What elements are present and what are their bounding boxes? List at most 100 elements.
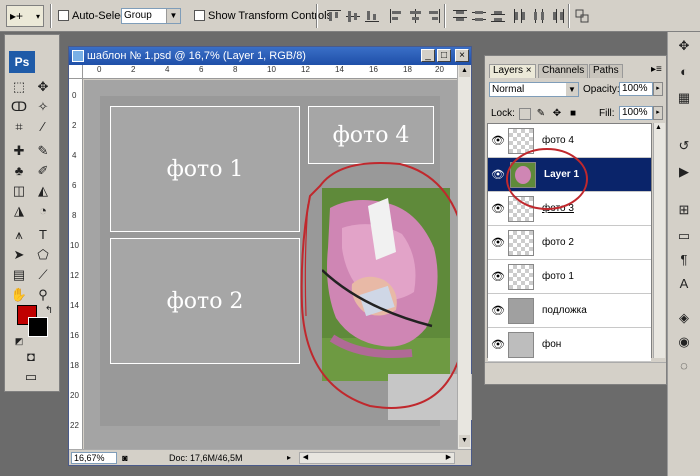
auto-select-checkbox[interactable] [58, 10, 69, 21]
eye-icon[interactable]: 👁 [491, 338, 505, 352]
info-icon[interactable]: ◐ [674, 62, 694, 82]
navigator-icon[interactable]: ✥ [674, 36, 694, 56]
eye-icon[interactable]: 👁 [491, 202, 505, 216]
layer-row[interactable]: 👁 фото 1 [488, 260, 651, 294]
hand-tool-icon[interactable]: ✋ [9, 285, 29, 305]
distribute-top-icon[interactable] [452, 8, 468, 24]
screen-mode-icon[interactable]: ▭ [21, 367, 41, 387]
status-info-icon[interactable]: ◙ [119, 452, 131, 464]
vertical-ruler[interactable]: 0 2 4 6 8 10 12 14 16 18 20 22 [69, 79, 83, 449]
paint-bucket-icon[interactable]: ◭ [33, 181, 53, 201]
dodge-tool-icon[interactable]: ◔ [33, 201, 53, 221]
blur-tool-icon[interactable]: ◮ [9, 201, 29, 221]
close-button[interactable]: × [455, 49, 469, 62]
align-hcenter-icon[interactable] [407, 8, 423, 24]
distribute-left-icon[interactable] [512, 8, 528, 24]
align-vcenter-icon[interactable] [345, 8, 361, 24]
scroll-right-icon[interactable]: ▶ [443, 453, 454, 463]
paths-dock-icon[interactable]: ◌ [674, 356, 694, 376]
align-top-icon[interactable] [326, 8, 342, 24]
chevron-down-icon: ▾ [35, 11, 40, 21]
layer-row[interactable]: 👁 подложка [488, 294, 651, 328]
zoom-field[interactable]: 16,67% [71, 452, 117, 464]
layers-dock-icon[interactable]: ◈ [674, 308, 694, 328]
ruler-origin[interactable] [69, 65, 83, 79]
eye-icon[interactable]: 👁 [491, 304, 505, 318]
align-left-icon[interactable] [388, 8, 404, 24]
layer-row[interactable]: 👁 фото 2 [488, 226, 651, 260]
opacity-input[interactable]: 100% [619, 82, 653, 96]
scroll-down-icon[interactable]: ▼ [459, 435, 470, 447]
align-right-icon[interactable] [426, 8, 442, 24]
fill-input[interactable]: 100% [619, 106, 653, 120]
auto-select-dropdown[interactable]: Group ▼ [121, 8, 181, 24]
eraser-tool-icon[interactable]: ◫ [9, 181, 29, 201]
show-transform-checkbox[interactable] [194, 10, 205, 21]
document-canvas[interactable]: фото 1 фото 2 фото 4 [100, 96, 472, 426]
character-icon[interactable]: A [674, 274, 694, 294]
healing-brush-icon[interactable]: ✚ [9, 141, 29, 161]
tab-channels[interactable]: Channels [538, 64, 589, 78]
align-bottom-icon[interactable] [364, 8, 380, 24]
path-select-icon[interactable]: ➤ [9, 245, 29, 265]
marquee-tool-icon[interactable]: ⬚ [9, 77, 29, 97]
eye-icon[interactable]: 👁 [491, 134, 505, 148]
quick-mask-icon[interactable]: ◘ [21, 347, 41, 367]
actions-icon[interactable]: ▶ [674, 162, 694, 182]
brush-tool-icon[interactable]: ✎ [33, 141, 53, 161]
brushes-icon[interactable]: ▭ [674, 226, 694, 246]
scroll-left-icon[interactable]: ◀ [300, 453, 311, 463]
history-icon[interactable]: ↺ [674, 136, 694, 156]
tab-paths[interactable]: Paths [589, 64, 623, 78]
paragraph-icon[interactable]: ¶ [674, 250, 694, 270]
blend-mode-select[interactable]: Normal ▼ [489, 82, 579, 97]
pen-tool-icon[interactable]: ⩚ [9, 225, 29, 245]
lock-transparency-icon[interactable] [519, 108, 531, 120]
toolbar-divider [316, 4, 318, 28]
document-title-bar[interactable]: шаблон № 1.psd @ 16,7% (Layer 1, RGB/8) [69, 47, 471, 65]
opacity-arrow-icon[interactable]: ▸ [653, 82, 663, 96]
notes-tool-icon[interactable]: ▤ [9, 265, 29, 285]
color-icon[interactable]: ▦ [674, 88, 694, 108]
auto-align-icon[interactable] [574, 8, 590, 24]
crop-tool-icon[interactable]: ⌗ [9, 117, 29, 137]
lock-position-icon[interactable]: ✥ [551, 108, 563, 120]
eye-icon[interactable]: 👁 [491, 270, 505, 284]
minimize-button[interactable]: _ [421, 49, 435, 62]
move-tool-icon[interactable]: ✥ [33, 77, 53, 97]
swap-colors-icon[interactable]: ↰ [39, 301, 59, 321]
distribute-bottom-icon[interactable] [490, 8, 506, 24]
scroll-up-icon[interactable]: ▲ [655, 124, 662, 131]
eyedropper-icon[interactable]: ⁄ [33, 117, 53, 137]
clone-stamp-icon[interactable]: ♣ [9, 161, 29, 181]
tab-layers[interactable]: Layers × [489, 64, 536, 78]
tool-preset-picker[interactable]: ▸+ ▾ [6, 5, 44, 27]
channels-dock-icon[interactable]: ◉ [674, 332, 694, 352]
shape-tool-icon[interactable]: ⬠ [33, 245, 53, 265]
status-menu-icon[interactable]: ▸ [283, 452, 295, 464]
horizontal-ruler[interactable]: 0 2 4 6 8 10 12 14 16 18 20 [83, 65, 457, 79]
lasso-tool-icon[interactable]: ↀ [9, 97, 29, 117]
layers-scrollbar[interactable]: ▲ [653, 123, 665, 358]
horizontal-scrollbar[interactable]: ◀ ▶ [299, 452, 455, 464]
eye-icon[interactable]: 👁 [491, 168, 505, 182]
lock-all-icon[interactable]: ■ [567, 108, 579, 120]
layer-thumbnail [508, 332, 534, 358]
lock-pixels-icon[interactable]: ✎ [535, 108, 547, 120]
history-brush-icon[interactable]: ✐ [33, 161, 53, 181]
distribute-vcenter-icon[interactable] [471, 8, 487, 24]
fill-arrow-icon[interactable]: ▸ [653, 106, 663, 120]
distribute-hcenter-icon[interactable] [531, 8, 547, 24]
type-tool-icon[interactable]: T [33, 225, 53, 245]
layer-row[interactable]: 👁 фон [488, 328, 651, 362]
scroll-up-icon[interactable]: ▲ [459, 65, 470, 77]
vertical-scrollbar[interactable]: ▲ ▼ [457, 65, 471, 449]
magic-wand-icon[interactable]: ✧ [33, 97, 53, 117]
eye-icon[interactable]: 👁 [491, 236, 505, 250]
eyedropper-sample-icon[interactable]: ⟋ [33, 265, 53, 285]
panel-menu-icon[interactable]: ▸≡ [651, 64, 662, 75]
distribute-right-icon[interactable] [550, 8, 566, 24]
maximize-button[interactable]: □ [437, 49, 451, 62]
tool-presets-icon[interactable]: ⊞ [674, 200, 694, 220]
canvas-area[interactable]: фото 1 фото 2 фото 4 [84, 80, 472, 449]
